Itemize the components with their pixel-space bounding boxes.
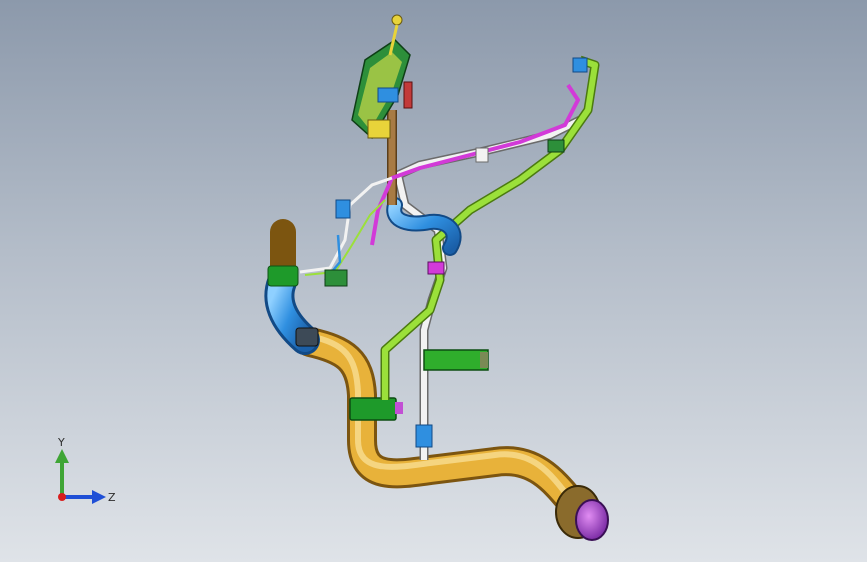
pipe-blue-elbow[interactable] bbox=[264, 265, 320, 355]
small-lines-left bbox=[299, 176, 393, 281]
y-axis-label: Y bbox=[57, 436, 65, 449]
white-line-sleeve[interactable] bbox=[415, 424, 433, 448]
3d-viewport[interactable]: Y Z bbox=[0, 0, 867, 562]
bracket-green[interactable] bbox=[423, 349, 489, 371]
view-triad[interactable]: Y Z bbox=[40, 435, 120, 515]
clamp-green[interactable] bbox=[349, 397, 403, 421]
elbow-clamp-dark[interactable] bbox=[295, 327, 319, 347]
pipe-blue-loop[interactable] bbox=[386, 197, 462, 256]
filler-neck-purple[interactable] bbox=[555, 485, 609, 541]
x-axis-dot bbox=[58, 493, 66, 501]
z-axis-label: Z bbox=[108, 491, 116, 504]
elbow-clamp-green[interactable] bbox=[267, 265, 299, 287]
connector-cluster-top[interactable] bbox=[351, 14, 413, 140]
pipe-assembly-model[interactable] bbox=[0, 0, 867, 562]
z-axis bbox=[62, 490, 106, 504]
y-axis bbox=[55, 449, 69, 497]
pipe-white-line[interactable] bbox=[393, 115, 583, 460]
